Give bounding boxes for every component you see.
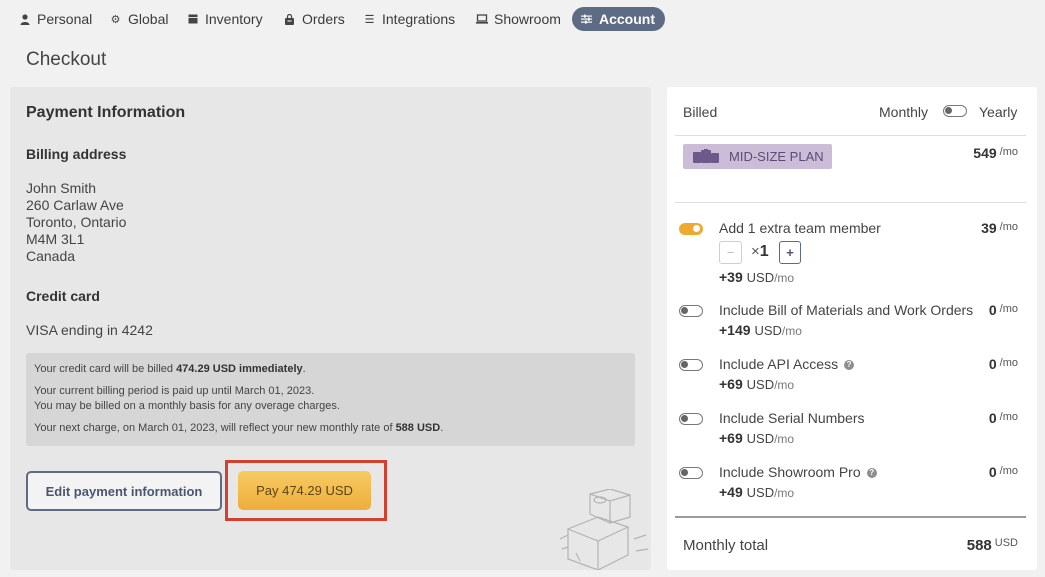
option-label: Add 1 extra team member (719, 220, 881, 236)
plan-name: MID-SIZE PLAN (729, 149, 824, 164)
list-icon: ☰ (364, 13, 375, 26)
nav-tab-label: Integrations (382, 11, 456, 27)
help-icon[interactable]: ? (866, 467, 877, 478)
suitcase-icon (693, 149, 719, 163)
option-label: Include Showroom Pro? (719, 464, 877, 480)
option-toggle-serial[interactable] (679, 413, 703, 425)
option-label: Include API Access? (719, 356, 855, 372)
option-cost: +69 USD/mo (719, 376, 795, 392)
option-toggle-showroom-pro[interactable] (679, 467, 703, 479)
bag-icon (283, 13, 296, 25)
nav-tab-label: Orders (302, 11, 345, 27)
billing-period-yearly[interactable]: Yearly (979, 104, 1017, 120)
nav-tab-label: Showroom (494, 11, 561, 27)
notice-line: Your next charge, on March 01, 2023, wil… (34, 422, 444, 434)
nav-tab-showroom[interactable]: Showroom (475, 7, 561, 31)
billing-notice: Your credit card will be billed 474.29 U… (26, 353, 635, 446)
pay-button-highlight: Pay 474.29 USD (225, 460, 387, 521)
quantity-decrement-button[interactable]: − (719, 241, 742, 264)
nav-tab-account[interactable]: Account (572, 7, 665, 31)
monthly-total-value: 588 USD (966, 537, 1018, 554)
option-cost: +149 USD/mo (719, 322, 802, 338)
box-illustration (559, 489, 649, 570)
option-toggle-extra-member[interactable] (679, 223, 703, 235)
payment-panel: Payment Information Billing address John… (10, 87, 651, 570)
nav-tab-label: Global (128, 11, 169, 27)
option-price: 39/mo (981, 220, 1018, 236)
option-label: Include Serial Numbers (719, 410, 865, 426)
notice-line: Your credit card will be billed 474.29 U… (34, 363, 306, 375)
divider (675, 202, 1026, 203)
box-icon (186, 14, 199, 24)
address-line: 260 Carlaw Ave (26, 197, 124, 213)
quantity-increment-button[interactable]: + (779, 241, 801, 264)
nav-tab-label: Account (599, 11, 655, 27)
sliders-icon (580, 14, 593, 24)
address-line: Canada (26, 248, 76, 264)
person-icon (18, 13, 31, 25)
nav-tab-label: Inventory (205, 11, 263, 27)
option-cost: +69 USD/mo (719, 430, 795, 446)
monthly-total-label: Monthly total (683, 537, 769, 554)
nav-tab-global[interactable]: ⚙ Global (109, 7, 169, 31)
plan-price: 549/mo (973, 145, 1018, 161)
option-toggle-bom[interactable] (679, 305, 703, 317)
quantity-value: ×1 (751, 243, 769, 260)
billing-address-heading: Billing address (26, 146, 127, 162)
total-divider (675, 516, 1026, 518)
billing-period-monthly[interactable]: Monthly (879, 104, 928, 120)
option-toggle-api[interactable] (679, 359, 703, 371)
option-price: 0/mo (988, 410, 1018, 426)
divider (675, 135, 1026, 136)
pay-button[interactable]: Pay 474.29 USD (238, 471, 371, 510)
billed-label: Billed (683, 104, 718, 120)
billing-address: John Smith 260 Carlaw Ave Toronto, Ontar… (26, 180, 126, 265)
nav-tab-personal[interactable]: Personal (18, 7, 92, 31)
notice-line: Your current billing period is paid up u… (34, 385, 340, 412)
payment-heading: Payment Information (26, 104, 186, 121)
top-nav: Personal ⚙ Global Inventory Orders ☰ Int… (0, 0, 1045, 38)
plan-badge: MID-SIZE PLAN (683, 144, 832, 169)
address-line: John Smith (26, 180, 97, 196)
nav-tab-orders[interactable]: Orders (283, 7, 345, 31)
billing-period-toggle[interactable] (943, 105, 967, 117)
edit-payment-button[interactable]: Edit payment information (26, 471, 222, 511)
nav-tab-integrations[interactable]: ☰ Integrations (363, 7, 456, 31)
nav-tab-inventory[interactable]: Inventory (186, 7, 263, 31)
option-price: 0/mo (988, 356, 1018, 372)
credit-card-heading: Credit card (26, 288, 100, 304)
gear-icon: ⚙ (110, 13, 121, 26)
option-cost: +39 USD/mo (719, 269, 795, 285)
option-cost: +49 USD/mo (719, 484, 795, 500)
address-line: Toronto, Ontario (26, 214, 127, 230)
help-icon[interactable]: ? (844, 359, 855, 370)
address-line: M4M 3L1 (26, 231, 85, 247)
page-title: Checkout (26, 49, 107, 70)
option-price: 0/mo (988, 464, 1018, 480)
credit-card-info: VISA ending in 4242 (26, 322, 153, 338)
monitor-icon (475, 14, 488, 24)
order-summary-panel: Billed Monthly Yearly MID-SIZE PLAN 549/… (667, 87, 1037, 570)
nav-tab-label: Personal (37, 11, 93, 27)
option-price: 0/mo (988, 302, 1018, 318)
option-label: Include Bill of Materials and Work Order… (719, 302, 974, 318)
